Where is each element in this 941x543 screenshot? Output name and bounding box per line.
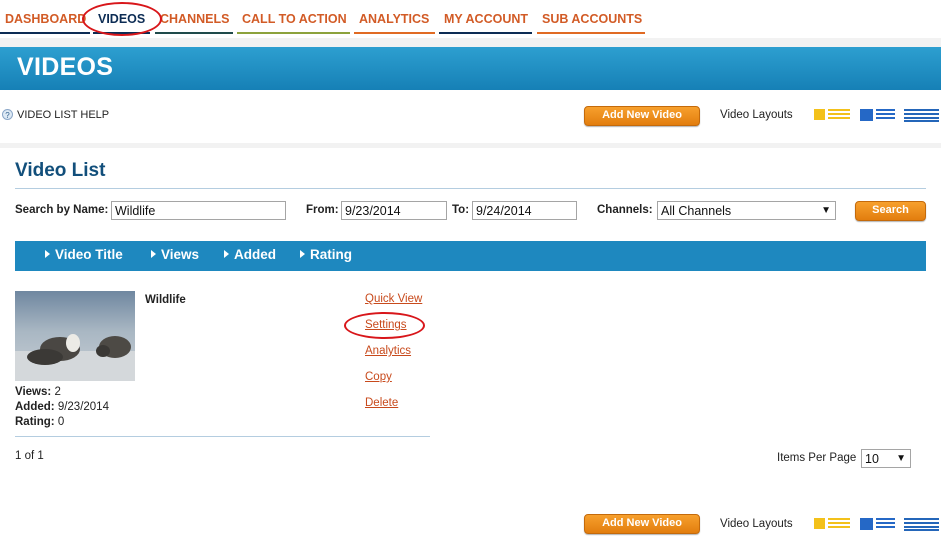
analytics-link[interactable]: Analytics: [365, 345, 411, 357]
tab-label: CHANNELS: [160, 12, 230, 26]
top-nav: DASHBOARD VIDEOS CHANNELS CALL TO ACTION…: [0, 0, 941, 38]
tab-underline: [0, 32, 90, 34]
tab-my-account[interactable]: MY ACCOUNT: [439, 10, 532, 34]
column-header-bar: Video Title Views Added Rating: [15, 241, 926, 271]
video-layouts-label: Video Layouts: [720, 109, 793, 121]
column-label: Added: [234, 247, 276, 262]
video-rating: Rating: 0: [15, 416, 64, 428]
caret-right-icon: [151, 250, 156, 258]
search-button[interactable]: Search: [855, 201, 926, 221]
tab-label: ANALYTICS: [359, 12, 430, 26]
video-title[interactable]: Wildlife: [145, 294, 186, 306]
row-divider: [15, 436, 430, 437]
added-label: Added:: [15, 401, 55, 413]
layout-detail-icon[interactable]: [860, 108, 896, 122]
video-thumbnail[interactable]: [15, 291, 135, 381]
toolbar: ? VIDEO LIST HELP Add New Video Video Lay…: [0, 90, 941, 143]
dropdown-arrow-icon: ▼: [896, 453, 906, 464]
tab-channels[interactable]: CHANNELS: [155, 10, 233, 34]
copy-link[interactable]: Copy: [365, 371, 392, 383]
to-date-input[interactable]: 9/24/2014: [472, 201, 577, 220]
sort-views[interactable]: Views: [151, 247, 199, 262]
tab-underline: [439, 32, 532, 34]
items-per-page-select[interactable]: 10 ▼: [861, 449, 911, 468]
tab-underline: [537, 32, 645, 34]
search-name-input[interactable]: Wildlife: [111, 201, 286, 220]
layout-grid-icon[interactable]: [814, 108, 852, 122]
caret-right-icon: [300, 250, 305, 258]
layout-detail-icon[interactable]: [860, 517, 896, 531]
to-label: To:: [452, 204, 470, 216]
title-divider: [15, 188, 926, 189]
sort-video-title[interactable]: Video Title: [45, 247, 123, 262]
tab-underline: [354, 32, 435, 34]
layout-grid-icon[interactable]: [814, 517, 852, 531]
tab-label: DASHBOARD: [5, 12, 87, 26]
tab-analytics[interactable]: ANALYTICS: [354, 10, 435, 34]
highlight-circle-settings: [344, 312, 425, 339]
column-label: Video Title: [55, 247, 123, 262]
from-date-input[interactable]: 9/23/2014: [341, 201, 447, 220]
help-label: VIDEO LIST HELP: [17, 109, 110, 121]
video-added: Added: 9/23/2014: [15, 401, 109, 413]
delete-link[interactable]: Delete: [365, 397, 398, 409]
sort-rating[interactable]: Rating: [300, 247, 352, 262]
channels-label: Channels:: [597, 204, 653, 216]
layout-list-icon[interactable]: [904, 517, 940, 531]
sort-added[interactable]: Added: [224, 247, 276, 262]
rating-label: Rating:: [15, 416, 55, 428]
tab-sub-accounts[interactable]: SUB ACCOUNTS: [537, 10, 645, 34]
quick-view-link[interactable]: Quick View: [365, 293, 422, 305]
add-new-video-button[interactable]: Add New Video: [584, 106, 700, 126]
tab-label: MY ACCOUNT: [444, 12, 529, 26]
video-list-help-link[interactable]: ? VIDEO LIST HELP: [2, 109, 109, 121]
channels-select-value: All Channels: [661, 204, 732, 218]
search-by-name-label: Search by Name:: [15, 204, 109, 216]
from-label: From:: [306, 204, 339, 216]
column-label: Views: [161, 247, 200, 262]
video-list-title: Video List: [15, 160, 106, 181]
channels-select[interactable]: All Channels ▼: [657, 201, 836, 220]
video-list-panel: Video List Search by Name: Wildlife From…: [0, 148, 941, 498]
add-new-video-button-bottom[interactable]: Add New Video: [584, 514, 700, 534]
rating-value: 0: [57, 416, 65, 428]
tab-underline: [237, 32, 350, 34]
dropdown-arrow-icon: ▼: [821, 205, 831, 216]
video-views: Views: 2: [15, 386, 61, 398]
views-label: Views:: [15, 386, 52, 398]
caret-right-icon: [45, 250, 50, 258]
highlight-circle-videos-tab: [82, 2, 162, 36]
views-value: 2: [54, 386, 61, 398]
column-label: Rating: [310, 247, 352, 262]
video-layouts-label-bottom: Video Layouts: [720, 518, 793, 530]
page-title: VIDEOS: [17, 53, 114, 81]
layout-list-icon[interactable]: [904, 108, 940, 122]
bottom-toolbar: Add New Video Video Layouts: [0, 498, 941, 543]
tab-dashboard[interactable]: DASHBOARD: [0, 10, 90, 34]
page-count: 1 of 1: [15, 450, 44, 462]
question-icon: ?: [2, 109, 13, 120]
tab-call-to-action[interactable]: CALL TO ACTION: [237, 10, 350, 34]
tab-label: CALL TO ACTION: [242, 12, 347, 26]
page-banner: VIDEOS: [0, 47, 941, 90]
items-per-page-value: 10: [865, 452, 879, 466]
caret-right-icon: [224, 250, 229, 258]
items-per-page-label: Items Per Page: [777, 452, 857, 464]
tab-label: SUB ACCOUNTS: [542, 12, 643, 26]
tab-underline: [155, 32, 233, 34]
added-value: 9/23/2014: [57, 401, 109, 413]
